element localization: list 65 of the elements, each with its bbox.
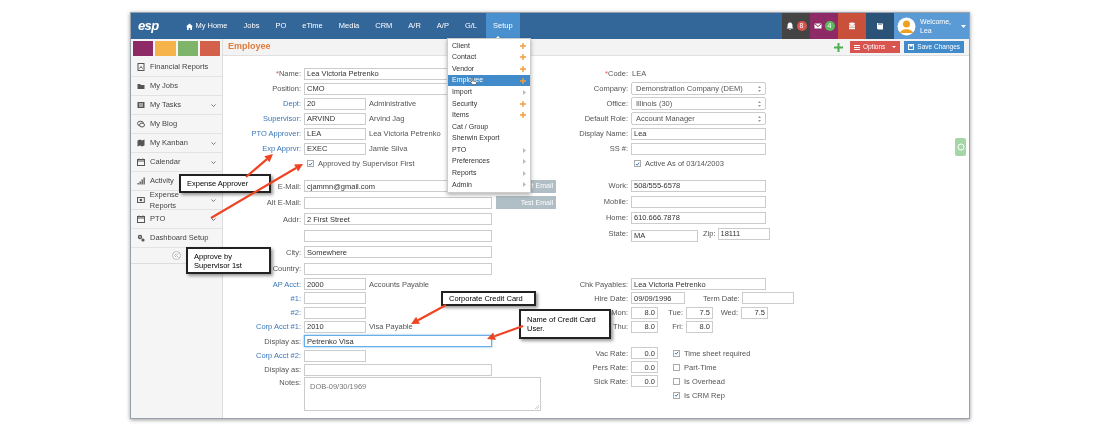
checkmark-icon <box>674 350 679 357</box>
calendar-icon <box>137 215 145 223</box>
hand-pointer-icon <box>470 76 477 85</box>
checkbox[interactable] <box>307 160 314 167</box>
color-swatch[interactable] <box>155 41 176 56</box>
gears-icon <box>137 234 145 242</box>
bar-chart-icon <box>137 177 145 185</box>
color-swatch[interactable] <box>199 41 220 56</box>
side-tab-icon <box>955 138 966 156</box>
book-icon <box>876 22 884 30</box>
list-icon <box>137 101 145 109</box>
page-title: Employee <box>228 40 271 54</box>
text-field[interactable] <box>741 292 794 305</box>
chevron-right-icon <box>523 89 526 95</box>
text-field[interactable] <box>304 262 492 275</box>
list-icon <box>853 44 860 50</box>
plus-icon <box>520 112 526 119</box>
checkbox[interactable] <box>673 363 680 371</box>
home-icon <box>186 22 194 30</box>
caret-icon <box>961 24 966 28</box>
checkmark-icon <box>635 160 640 167</box>
plus-icon <box>520 42 526 49</box>
text-field[interactable] <box>304 363 492 376</box>
database-button[interactable] <box>838 13 866 39</box>
text-field[interactable] <box>304 196 492 209</box>
text-field[interactable] <box>631 142 766 155</box>
checkbox[interactable] <box>673 391 680 399</box>
plus-icon <box>833 42 843 52</box>
document-icon <box>137 63 145 71</box>
speech-bubble-icon <box>137 120 145 128</box>
caret-icon <box>892 46 897 48</box>
updown-icon <box>758 85 761 92</box>
arrow <box>487 324 524 341</box>
bell-icon <box>785 22 794 30</box>
color-swatch[interactable] <box>133 41 154 56</box>
text-field[interactable] <box>304 229 492 242</box>
text-field[interactable] <box>631 196 766 208</box>
collapse-icon <box>172 251 181 260</box>
mail-icon <box>813 22 822 30</box>
plus-icon <box>520 77 526 84</box>
map-icon <box>137 139 145 147</box>
updown-icon <box>758 100 761 107</box>
checkmark-icon <box>674 392 679 399</box>
checkbox[interactable] <box>634 160 641 167</box>
calendar-icon <box>137 158 145 166</box>
floppy-disk-icon <box>908 44 915 50</box>
text-field[interactable] <box>304 306 366 319</box>
checkbox[interactable] <box>673 349 680 357</box>
plus-icon <box>520 100 526 107</box>
plus-icon <box>520 54 526 61</box>
plus-icon <box>520 66 526 72</box>
folder-icon <box>137 82 145 90</box>
database-icon <box>848 22 856 30</box>
color-swatch[interactable] <box>177 41 198 56</box>
banknote-icon <box>137 196 145 204</box>
avatar-icon <box>897 16 916 36</box>
book-button[interactable] <box>866 13 894 39</box>
text-field[interactable] <box>304 292 366 305</box>
logo[interactable]: esp <box>131 13 166 39</box>
checkbox[interactable] <box>673 377 680 385</box>
resize-grip-icon <box>535 405 539 410</box>
text-field[interactable] <box>304 349 366 362</box>
updown-icon <box>758 115 761 122</box>
arrow <box>411 304 447 324</box>
checkmark-icon <box>308 160 313 167</box>
